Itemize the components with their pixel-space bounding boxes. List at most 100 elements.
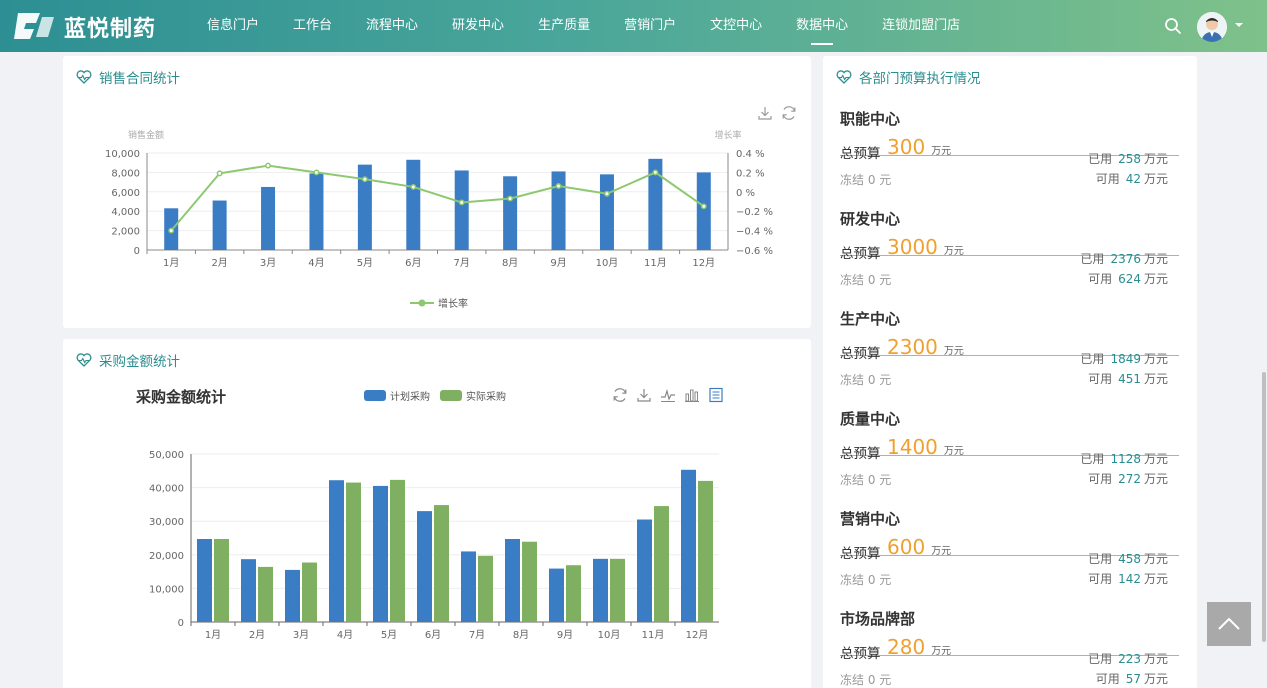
nav-item-portal[interactable]: 信息门户	[190, 0, 276, 52]
y-tick-label: 0	[178, 618, 184, 629]
y-tick-label: 10,000	[149, 584, 184, 595]
department-name: 营销中心	[840, 510, 901, 528]
department-item: 生产中心 总预算 2300 万元 冻结 0 元已用 1849 万元 可用 451 万元	[840, 256, 1179, 387]
y-tick-label-left: 2,000	[111, 227, 140, 238]
y-tick-label: 50,000	[149, 450, 184, 461]
x-tick-label: 1月	[163, 257, 179, 269]
back-to-top-button[interactable]	[1207, 602, 1251, 646]
bar-actual-purchase	[654, 506, 669, 622]
chevron-down-icon[interactable]	[1234, 20, 1244, 30]
sales-legend-growth[interactable]: 增长率	[410, 295, 468, 310]
brand-logo[interactable]	[14, 9, 56, 43]
brand-name: 蓝悦制药	[64, 17, 157, 42]
growth-rate-point	[216, 170, 223, 177]
bar-planned-purchase	[285, 569, 300, 622]
nav-item-data-center[interactable]: 数据中心	[779, 0, 865, 52]
department-item: 市场品牌部 总预算 280 万元 冻结 0 元 已用 223 万元 可用 57 万元	[840, 556, 1179, 687]
x-tick-label: 2月	[249, 629, 265, 641]
department-budget-panel: 各部门预算执行情况 职能中心 总预算 300 万元 冻结 0 元已用 258 万元 可用 42 万…	[823, 56, 1197, 688]
bar-planned-purchase	[637, 519, 652, 622]
available-amount: 可用 57 万元	[1095, 672, 1168, 686]
bar-planned-purchase	[593, 558, 608, 622]
x-tick-label: 6月	[425, 629, 441, 641]
x-tick-label: 11月	[642, 629, 665, 641]
nav-item-process[interactable]: 流程中心	[349, 0, 435, 52]
bar-actual-purchase	[610, 558, 625, 622]
scrollbar-thumb[interactable]	[1262, 372, 1266, 642]
nav-item-document-control[interactable]: 文控中心	[693, 0, 779, 52]
bar-actual-purchase	[434, 505, 449, 622]
department-name: 生产中心	[840, 310, 901, 328]
purchase-amount-panel: 采购金额统计 采购金额统计 计划采购 实际采购 50,000 40,000 30…	[63, 339, 811, 688]
nav-item-rnd[interactable]: 研发中心	[435, 0, 521, 52]
chevron-up-icon	[1218, 617, 1240, 630]
bar-actual-purchase	[346, 482, 361, 622]
bar-actual-purchase	[302, 562, 317, 622]
legend-line-marker-icon	[410, 299, 434, 306]
y-tick-label-right: 0 %	[736, 188, 755, 199]
bar-planned-purchase	[197, 539, 212, 622]
x-tick-label: 8月	[502, 257, 518, 269]
bar-planned-purchase	[329, 480, 344, 622]
x-tick-label: 9月	[550, 257, 566, 269]
y-tick-label-right: −0.6 %	[736, 246, 773, 257]
sales-chart: 销售金额 增长率 10,000 8,000 6,000 4,000 2,000 0 0.4 % 0…	[105, 129, 773, 269]
x-tick-label: 4月	[308, 257, 324, 269]
bar-actual-purchase	[478, 555, 493, 622]
department-item: 职能中心 总预算 300 万元 冻结 0 元已用 258 万元 可用 42 万元	[840, 56, 1179, 187]
bar-planned-purchase	[241, 559, 256, 622]
y-tick-label-left: 10,000	[105, 149, 140, 160]
nav-item-marketing[interactable]: 营销门户	[607, 0, 693, 52]
frozen-amount: 冻结 0 元	[840, 673, 892, 687]
search-icon[interactable]	[1163, 16, 1183, 36]
bar-actual-purchase	[698, 480, 713, 622]
user-avatar[interactable]	[1197, 12, 1227, 42]
x-tick-label: 9月	[557, 629, 573, 641]
x-tick-label: 3月	[293, 629, 309, 641]
growth-rate-point	[652, 169, 659, 176]
y-tick-label-left: 4,000	[111, 207, 140, 218]
y-tick-label: 40,000	[149, 484, 184, 495]
nav-item-franchise-stores[interactable]: 连锁加盟门店	[865, 0, 977, 52]
department-name: 研发中心	[840, 210, 901, 228]
x-tick-label: 5月	[381, 629, 397, 641]
top-navigation-bar: 蓝悦制药 信息门户 工作台 流程中心 研发中心 生产质量 营销门户 文控中心 数…	[0, 0, 1267, 52]
budget-unit: 万元	[931, 646, 952, 657]
x-tick-label: 2月	[211, 257, 227, 269]
growth-rate-point	[410, 184, 417, 190]
y-tick-label-right: 0.2 %	[736, 168, 765, 179]
x-tick-label: 10月	[596, 257, 619, 269]
bar-actual-purchase	[390, 479, 405, 622]
nav-item-workbench[interactable]: 工作台	[276, 0, 349, 52]
x-tick-label: 10月	[598, 629, 621, 641]
bar-sales-amount	[599, 174, 614, 250]
total-budget-value: 280 万元	[887, 635, 952, 659]
bar-actual-purchase	[214, 539, 229, 622]
growth-rate-point	[555, 183, 562, 189]
y-tick-label-right: −0.2 %	[736, 207, 773, 218]
x-tick-label: 7月	[469, 629, 485, 641]
department-item: 研发中心 总预算 3000 万元 冻结 0 元已用 2376 万元 可用 624 万元	[840, 156, 1179, 287]
y-tick-label-right: 0.4 %	[736, 149, 765, 160]
y-tick-label: 20,000	[149, 551, 184, 562]
growth-rate-point	[313, 169, 320, 176]
y-tick-label-left: 0	[134, 246, 140, 257]
sales-contract-panel: 销售合同统计 销售金额 增长率 10,000 8,000 6,000 4,000 2,000…	[63, 56, 811, 328]
bar-sales-amount	[503, 176, 518, 250]
growth-rate-point	[604, 190, 610, 197]
x-tick-label: 3月	[260, 257, 276, 269]
x-tick-label: 4月	[337, 629, 353, 641]
bar-planned-purchase	[373, 485, 388, 622]
bar-planned-purchase	[505, 539, 520, 622]
bar-actual-purchase	[258, 566, 273, 622]
bar-actual-purchase	[522, 541, 537, 622]
x-tick-label: 11月	[644, 257, 667, 269]
y-tick-label-left: 8,000	[111, 168, 140, 179]
y-axis-right-label: 增长率	[714, 129, 741, 141]
bar-actual-purchase	[566, 565, 581, 622]
bar-planned-purchase	[461, 551, 476, 622]
x-tick-label: 1月	[205, 629, 221, 641]
main-nav: 信息门户 工作台 流程中心 研发中心 生产质量 营销门户 文控中心 数据中心 连…	[190, 0, 977, 52]
x-tick-label: 12月	[692, 257, 715, 269]
nav-item-production-quality[interactable]: 生产质量	[521, 0, 607, 52]
